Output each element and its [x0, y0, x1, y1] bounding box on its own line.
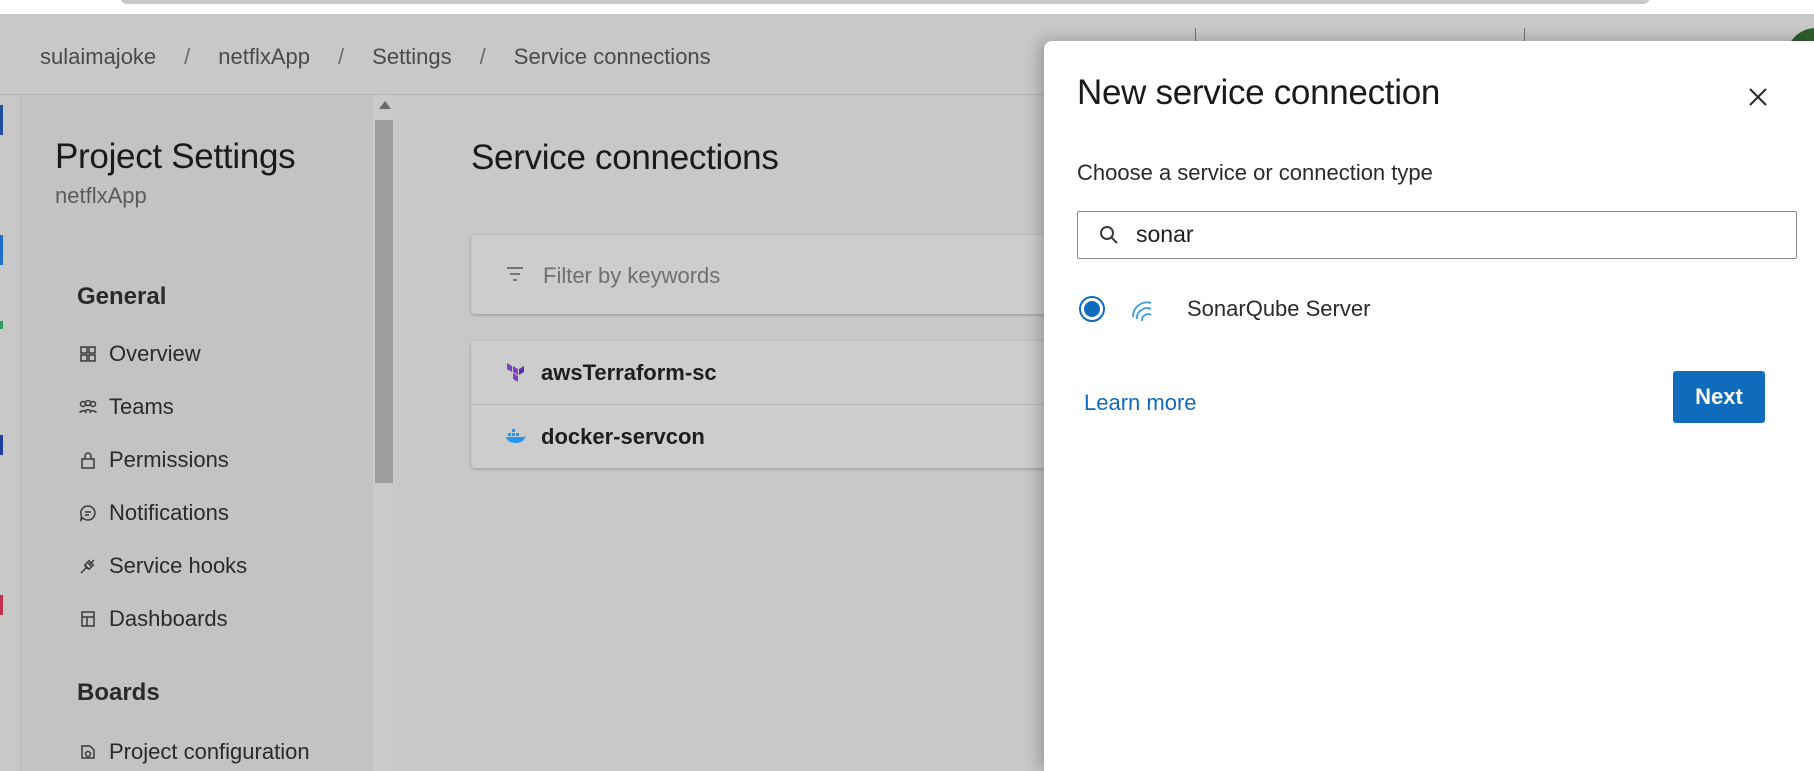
- service-connection-list: awsTerraform-sc docker-servcon: [471, 341, 1071, 468]
- new-service-connection-panel: New service connection Choose a service …: [1044, 41, 1814, 771]
- browser-top-strip: [0, 0, 1814, 14]
- rail-marker[interactable]: [0, 105, 3, 135]
- left-rail: [0, 95, 21, 771]
- sidebar-item-label: Dashboards: [109, 606, 228, 631]
- lock-icon: [77, 449, 99, 471]
- option-radio[interactable]: [1079, 296, 1105, 322]
- rail-marker[interactable]: [0, 321, 3, 329]
- list-item[interactable]: awsTerraform-sc: [471, 341, 1071, 404]
- sidebar-scrollbar[interactable]: [373, 95, 395, 771]
- sidebar-subtitle: netflxApp: [55, 183, 147, 208]
- search-input[interactable]: [1136, 216, 1776, 252]
- breadcrumb-project[interactable]: netflxApp: [218, 44, 310, 70]
- sidebar-item-label: Project configuration: [109, 739, 310, 764]
- list-item[interactable]: docker-servcon: [471, 404, 1071, 468]
- rail-marker[interactable]: [0, 595, 3, 615]
- overview-icon: [77, 343, 99, 365]
- sidebar-item-label: Teams: [109, 394, 174, 419]
- project-settings-sidebar: Project Settings netflxApp General Overv…: [21, 95, 395, 771]
- sidebar-item-permissions[interactable]: Permissions: [77, 447, 229, 473]
- project-config-icon: [77, 741, 99, 763]
- section-heading-general: General: [77, 283, 167, 310]
- option-label: SonarQube Server: [1187, 296, 1371, 321]
- connection-name: awsTerraform-sc: [541, 359, 717, 385]
- sidebar-item-notifications[interactable]: Notifications: [77, 500, 229, 526]
- sidebar-title: Project Settings: [55, 137, 296, 176]
- rail-marker[interactable]: [0, 435, 3, 455]
- learn-more-link[interactable]: Learn more: [1084, 390, 1197, 416]
- breadcrumb-separator: /: [479, 44, 486, 69]
- sidebar-item-project-configuration[interactable]: Project configuration: [77, 739, 310, 765]
- notification-icon: [77, 502, 99, 524]
- filter-placeholder: Filter by keywords: [543, 263, 721, 288]
- connection-name: docker-servcon: [541, 423, 705, 449]
- terraform-icon: [505, 362, 527, 384]
- breadcrumb-separator: /: [338, 44, 345, 69]
- sonarqube-icon: [1129, 295, 1157, 323]
- browser-address-bar: [120, 0, 1650, 4]
- sidebar-item-label: Service hooks: [109, 553, 248, 578]
- page-title: Service connections: [471, 138, 779, 177]
- next-button[interactable]: Next: [1673, 371, 1765, 423]
- connection-type-search: [1077, 211, 1797, 259]
- sidebar-item-label: Overview: [109, 341, 201, 366]
- breadcrumb-current[interactable]: Service connections: [514, 44, 711, 70]
- sonarqube-option[interactable]: SonarQube Server: [1079, 291, 1370, 327]
- rail-marker[interactable]: [0, 235, 3, 265]
- scrollbar-thumb[interactable]: [375, 120, 393, 483]
- radio-selected-dot: [1084, 301, 1100, 317]
- sidebar-item-label: Permissions: [109, 447, 229, 472]
- teams-icon: [77, 396, 99, 418]
- breadcrumb-separator: /: [184, 44, 191, 69]
- docker-icon: [505, 426, 527, 448]
- section-heading-boards: Boards: [77, 679, 160, 706]
- scroll-up-arrow-icon[interactable]: [379, 101, 391, 109]
- filter-bar[interactable]: Filter by keywords: [471, 235, 1071, 314]
- close-icon: [1749, 88, 1767, 106]
- service-hooks-icon: [77, 555, 99, 577]
- breadcrumb-org[interactable]: sulaimajoke: [40, 44, 156, 70]
- breadcrumb: sulaimajoke / netflxApp / Settings / Ser…: [40, 44, 711, 70]
- dashboards-icon: [77, 608, 99, 630]
- search-icon: [1098, 224, 1120, 251]
- breadcrumb-settings[interactable]: Settings: [372, 44, 452, 70]
- sidebar-item-service-hooks[interactable]: Service hooks: [77, 553, 247, 579]
- close-button[interactable]: [1744, 83, 1772, 111]
- panel-title: New service connection: [1077, 73, 1441, 112]
- sidebar-item-teams[interactable]: Teams: [77, 394, 174, 420]
- sidebar-item-overview[interactable]: Overview: [77, 341, 201, 367]
- sidebar-item-label: Notifications: [109, 500, 229, 525]
- sidebar-item-dashboards[interactable]: Dashboards: [77, 606, 228, 632]
- panel-subtitle: Choose a service or connection type: [1077, 160, 1433, 185]
- filter-icon: [505, 265, 525, 288]
